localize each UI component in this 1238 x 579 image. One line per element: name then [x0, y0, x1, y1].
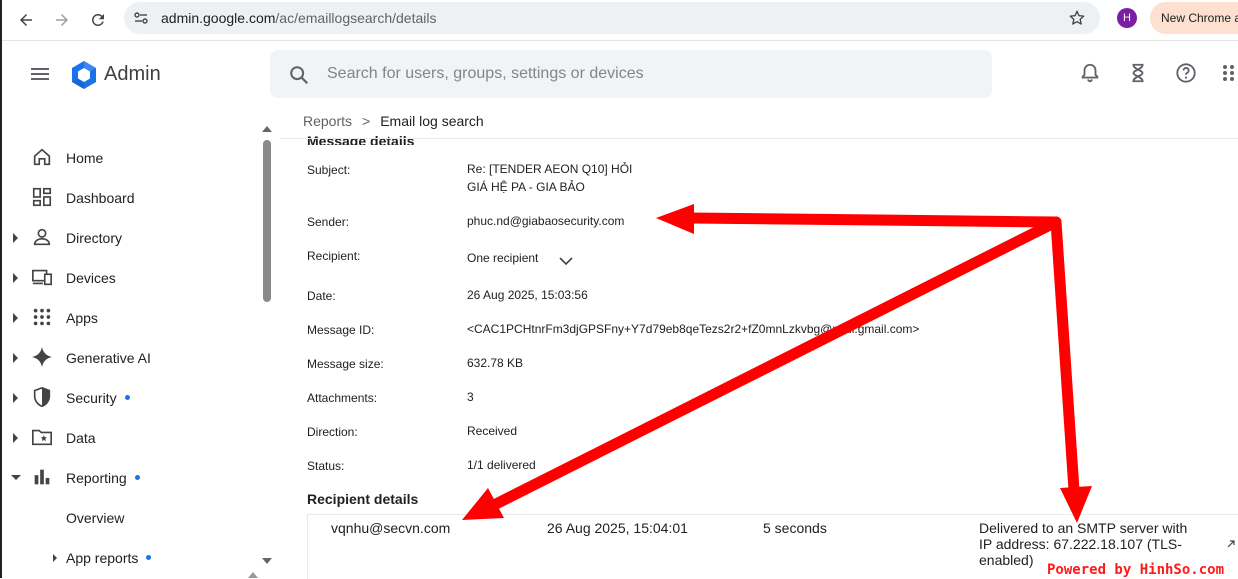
annotation-arrows — [462, 204, 1092, 523]
arrow-to-sender — [656, 204, 1062, 234]
arrow-to-recipient — [462, 216, 1062, 520]
arrow-to-ip-address — [1050, 216, 1092, 523]
watermark-text: Powered by HinhSo.com — [1047, 562, 1225, 578]
